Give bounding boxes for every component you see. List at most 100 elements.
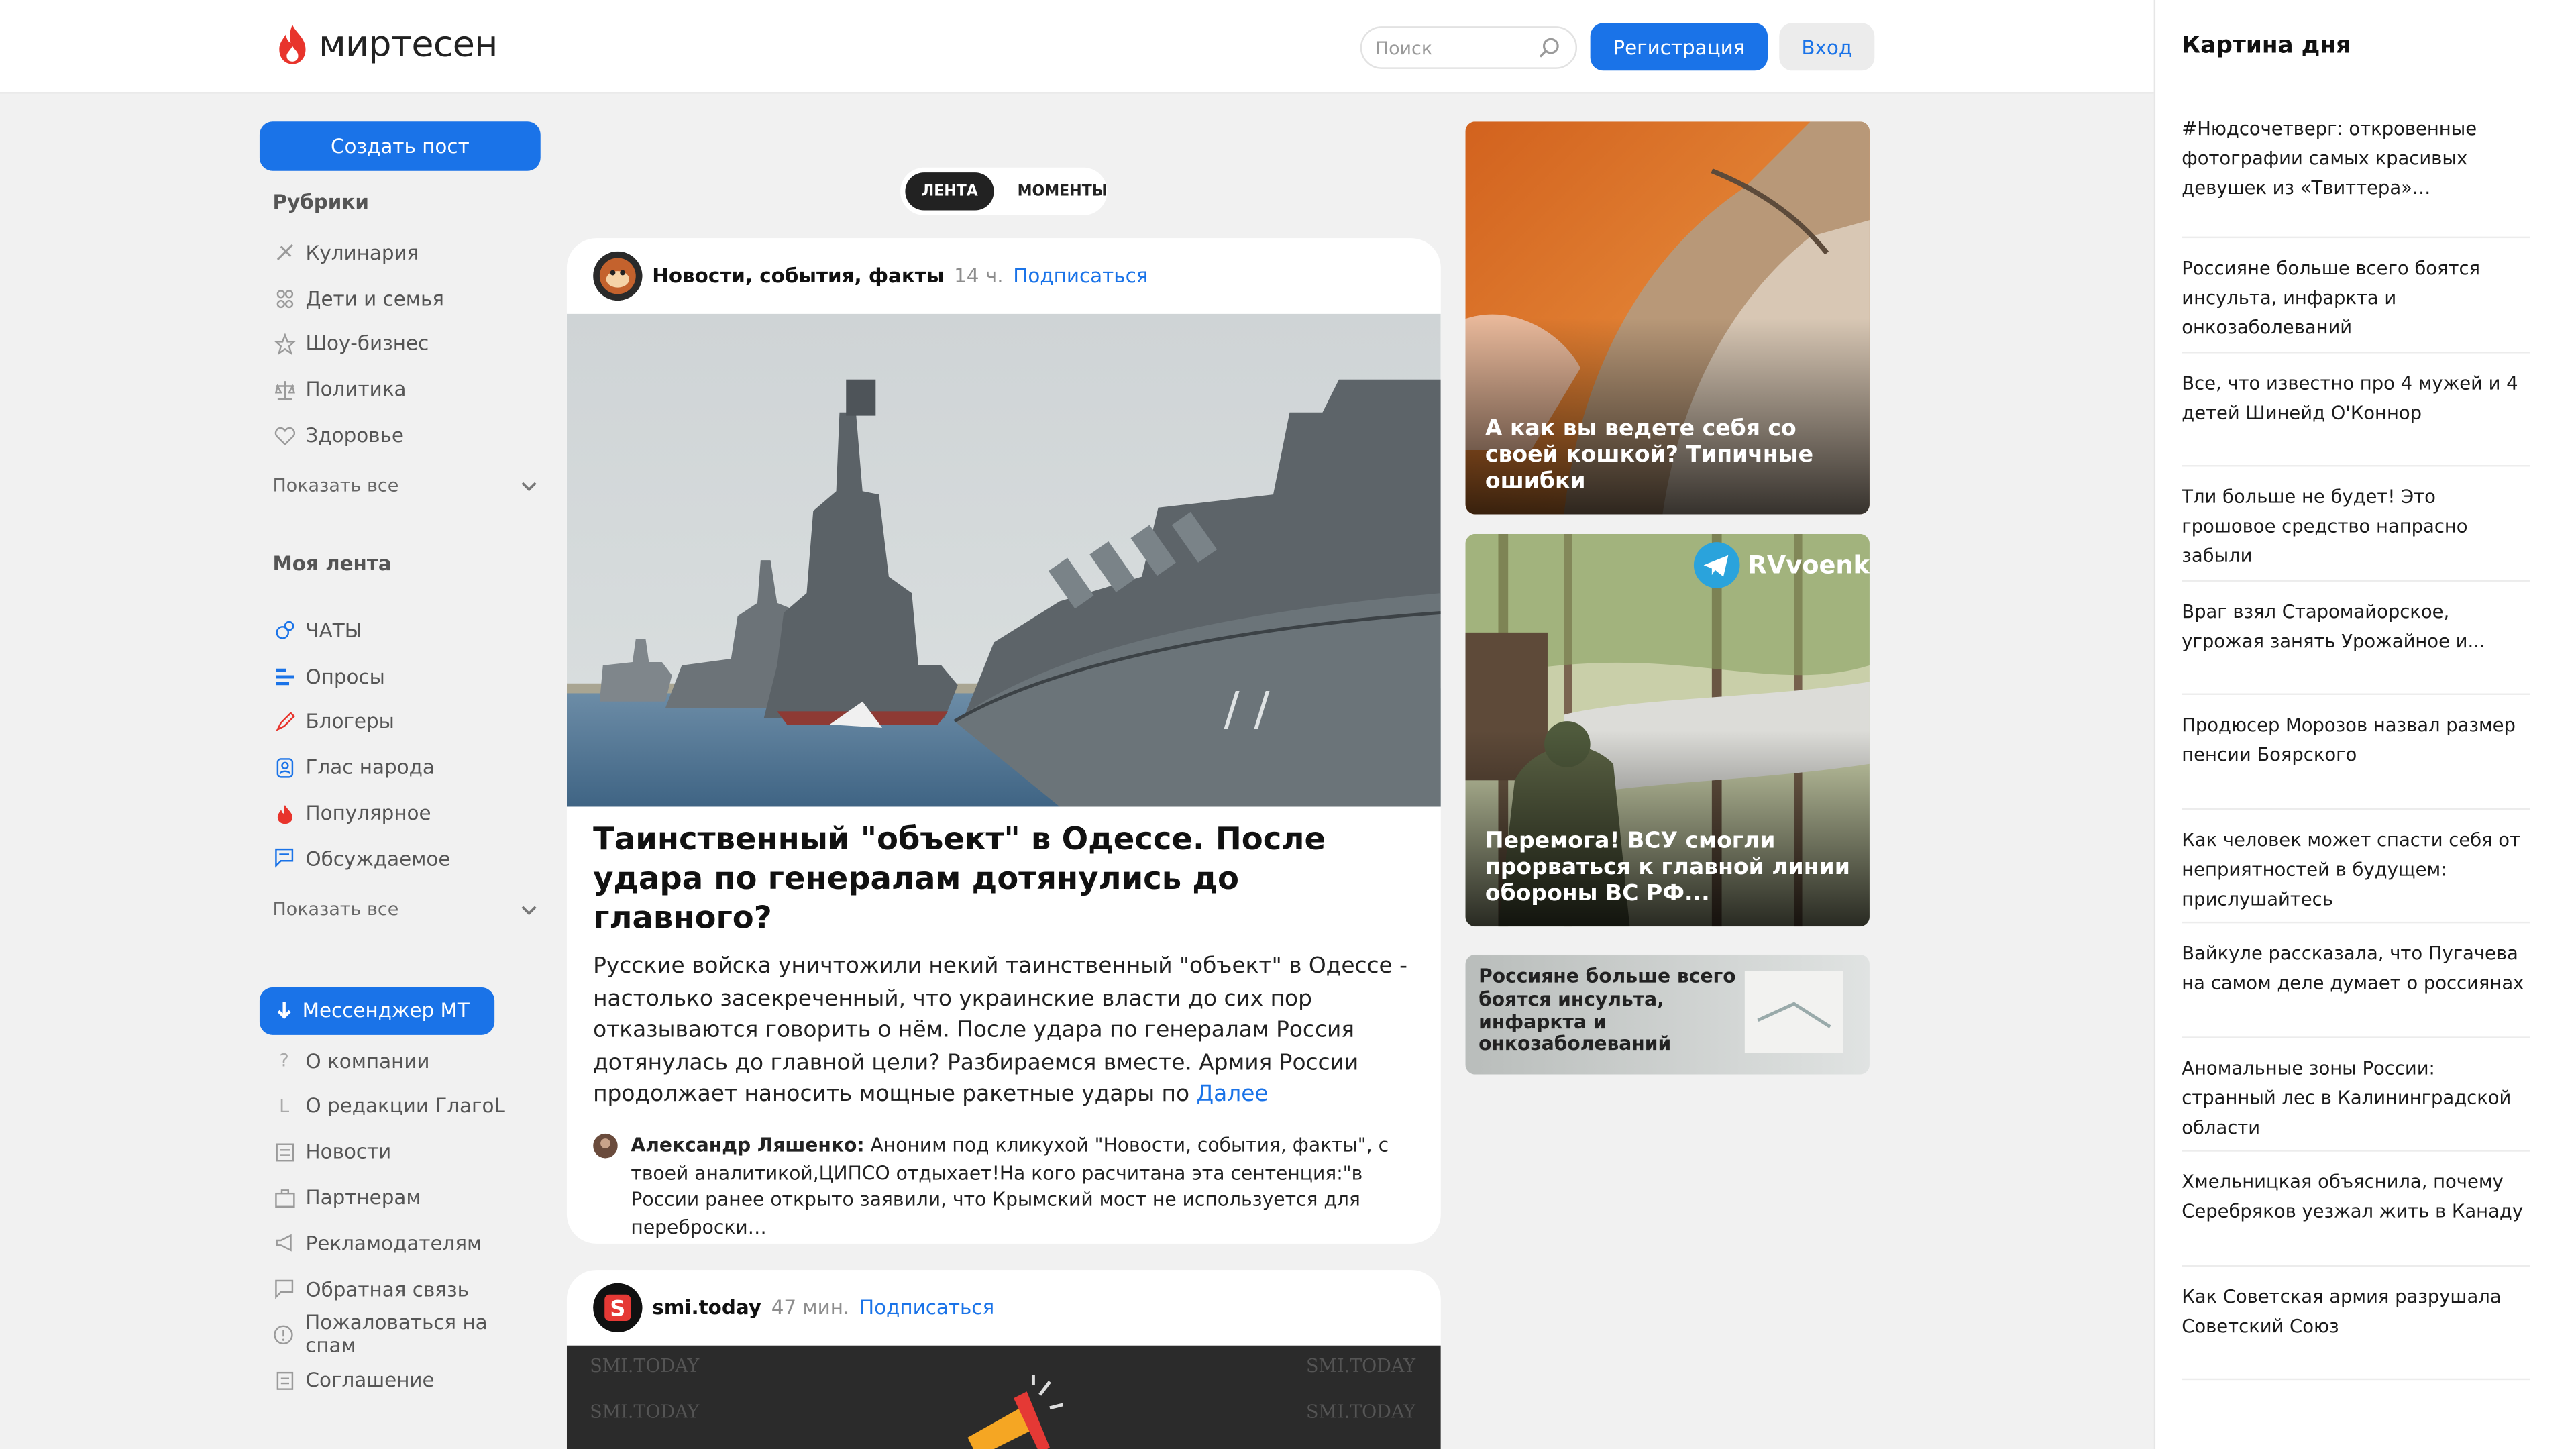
flame-logo-icon [279, 24, 306, 64]
rail-item[interactable]: Продюсер Морозов назвал размер пенсии Бо… [2182, 695, 2530, 810]
read-more-link[interactable]: Далее [1197, 1083, 1269, 1108]
show-all-feed[interactable]: Показать все [260, 894, 542, 926]
post-card: Новости, события, факты 14 ч. Подписатьс… [566, 238, 1441, 1244]
sidebar-item-label: Популярное [305, 802, 431, 825]
footer-link-label: Новости [305, 1140, 392, 1164]
sidebar-item-showbiz[interactable]: Шоу-бизнес [260, 321, 542, 367]
briefcase-icon [273, 1186, 296, 1209]
rail-item[interactable]: Аномальные зоны России: странный лес в К… [2182, 1038, 2530, 1152]
search-icon[interactable] [1538, 36, 1560, 59]
promo-card[interactable]: RVvoenk Перемога! ВСУ смогли прорваться … [1465, 533, 1870, 927]
family-icon [273, 287, 296, 310]
footer-link-editorial[interactable]: L О редакции ГлагоL [260, 1083, 542, 1129]
post-title[interactable]: Таинственный "объект" в Одессе. После уд… [567, 806, 1441, 938]
rail-item[interactable]: Все, что известно про 4 мужей и 4 детей … [2182, 352, 2530, 467]
login-button[interactable]: Вход [1779, 23, 1875, 71]
promo-card[interactable]: А как вы ведете себя со своей кошкой? Ти… [1465, 121, 1870, 515]
post-image[interactable]: / / [566, 313, 1441, 807]
show-all-label: Показать все [272, 475, 399, 497]
comment-author[interactable]: Александр Ляшенко: [631, 1134, 864, 1157]
footer-link-label: Обратная связь [305, 1277, 469, 1301]
sidebar-item-bloggers[interactable]: Блогеры [260, 699, 542, 745]
footer-link-spam[interactable]: Пожаловаться на спам [260, 1311, 542, 1358]
rail-item[interactable]: Враг взял Старомайорское, угрожая занять… [2182, 581, 2530, 695]
post-source[interactable]: Новости, события, факты [652, 264, 944, 287]
telegram-icon [1693, 542, 1740, 588]
tab-feed[interactable]: ЛЕНТА [905, 172, 995, 211]
subscribe-link[interactable]: Подписаться [859, 1296, 994, 1319]
rail-item[interactable]: Тли больше не будет! Это грошовое средст… [2182, 467, 2530, 581]
my-feed-title: Моя лента [272, 551, 392, 576]
rail-item[interactable]: Как Советская армия разрушала Советский … [2182, 1266, 2530, 1381]
rail-item[interactable]: Как человек может спасти себя от неприят… [2182, 809, 2530, 924]
sidebar-item-voice[interactable]: Глас народа [260, 745, 542, 790]
show-all-rubrics[interactable]: Показать все [260, 470, 542, 502]
l-icon: L [279, 1095, 290, 1118]
sidebar-item-polls[interactable]: Опросы [260, 653, 542, 699]
feedback-icon [273, 1277, 296, 1300]
rail-item[interactable]: Хмельницкая объяснила, почему Серебряков… [2182, 1152, 2530, 1266]
sidebar-item-label: ЧАТЫ [305, 619, 362, 643]
voice-icon [273, 756, 296, 779]
left-sidebar: Создать пост Рубрики Кулинария Дети и се… [259, 121, 542, 1403]
sidebar-item-label: Опросы [305, 665, 385, 688]
create-post-button[interactable]: Создать пост [259, 121, 541, 171]
post-image[interactable]: SMI.TODAY SMI.TODAY SMI.TODAY SMI.TODAY [566, 1345, 1441, 1449]
chef-hat-icon [273, 241, 296, 264]
logo-text: миртесен [319, 23, 498, 65]
warning-icon [273, 1324, 296, 1346]
register-button[interactable]: Регистрация [1590, 23, 1768, 71]
svg-text:/ /: / / [1224, 682, 1271, 736]
heart-icon [273, 424, 296, 447]
promo-caption: Россияне больше всего боятся инсульта, и… [1479, 964, 1736, 1056]
footer-link-label: Рекламодателям [305, 1232, 482, 1255]
sidebar-item-label: Шоу-бизнес [305, 332, 429, 356]
star-icon [273, 333, 296, 356]
promo-caption: А как вы ведете себя со своей кошкой? Ти… [1485, 415, 1814, 495]
channel-name: RVvoenk [1748, 550, 1870, 580]
footer-link-partners[interactable]: Партнерам [260, 1175, 542, 1220]
scales-icon [273, 378, 296, 401]
footer-link-advertisers[interactable]: Рекламодателям [260, 1220, 542, 1266]
rail-item[interactable]: Россияне больше всего боятся инсульта, и… [2182, 238, 2530, 353]
footer-link-about[interactable]: ? О компании [260, 1038, 542, 1083]
rubrics-title: Рубрики [272, 191, 369, 214]
commenter-avatar [593, 1133, 618, 1159]
sidebar-item-label: Обсуждаемое [305, 847, 451, 871]
logo[interactable]: миртесен [276, 23, 498, 66]
footer-link-agreement[interactable]: Соглашение [260, 1358, 542, 1403]
watermark-text: SMI.TODAY [1305, 1355, 1416, 1377]
search-box[interactable] [1360, 26, 1578, 69]
sidebar-item-popular[interactable]: Популярное [260, 790, 542, 836]
footer-link-news[interactable]: Новости [260, 1129, 542, 1175]
rail-list: #Нюдсочетверг: откровенные фотографии са… [2182, 99, 2530, 1381]
footer-link-label: О компании [305, 1049, 430, 1073]
avatar[interactable]: S [593, 1283, 643, 1333]
tab-moments[interactable]: МОМЕНТЫ [1001, 172, 1124, 210]
watermark-text: SMI.TODAY [590, 1355, 700, 1377]
rail-item[interactable]: Вайкуле рассказала, что Пугачева на само… [2182, 923, 2530, 1038]
sidebar-item-family[interactable]: Дети и семья [260, 276, 542, 321]
flame-icon [273, 802, 296, 824]
sidebar-item-cooking[interactable]: Кулинария [260, 230, 542, 276]
footer-link-feedback[interactable]: Обратная связь [260, 1267, 542, 1312]
post-header: S smi.today 47 мин. Подписаться [567, 1270, 1441, 1346]
sidebar-item-label: Здоровье [305, 424, 405, 447]
watermark-text: SMI.TODAY [1305, 1401, 1416, 1423]
top-comment[interactable]: Александр Ляшенко: Аноним под кликухой "… [567, 1112, 1441, 1241]
avatar[interactable] [593, 251, 643, 301]
sidebar-item-discussed[interactable]: Обсуждаемое [260, 836, 542, 881]
sidebar-item-label: Политика [305, 378, 407, 402]
sidebar-item-chats[interactable]: ЧАТЫ [260, 608, 542, 653]
promo-card[interactable]: Россияне больше всего боятся инсульта, и… [1465, 954, 1870, 1075]
post-lead-text: Русские войска уничтожили некий таинстве… [593, 954, 1407, 1108]
search-input[interactable] [1375, 37, 1540, 58]
rail-item[interactable]: #Нюдсочетверг: откровенные фотографии са… [2182, 99, 2530, 239]
sidebar-item-health[interactable]: Здоровье [260, 413, 542, 458]
sidebar-item-label: Блогеры [305, 710, 394, 734]
post-source[interactable]: smi.today [652, 1296, 761, 1319]
subscribe-link[interactable]: Подписаться [1013, 264, 1148, 287]
post-time: 47 мин. [771, 1296, 850, 1320]
sidebar-item-politics[interactable]: Политика [260, 367, 542, 413]
messenger-button[interactable]: Мессенджер МТ [259, 987, 495, 1035]
